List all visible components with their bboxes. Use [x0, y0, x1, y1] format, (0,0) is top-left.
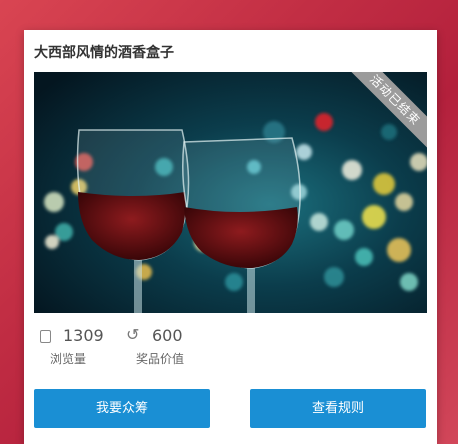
- prize-value: 600: [152, 325, 183, 345]
- reply-arrow-icon: ↺: [126, 325, 140, 344]
- wine-photo: [34, 72, 427, 313]
- card-title: 大西部风情的酒香盒子: [34, 45, 174, 61]
- prize-label: 奖品价值: [136, 352, 185, 366]
- views-value: 1309: [63, 325, 104, 345]
- views-label: 浏览量: [50, 352, 87, 366]
- campaign-card: 大西部风情的酒香盒子 活动已结束 1309 浏览量 ↺ 600 奖品价值 我要众…: [24, 30, 437, 444]
- views-stat: 1309 浏览量: [40, 325, 104, 369]
- view-rules-button[interactable]: 查看规则: [250, 389, 426, 428]
- crowdfund-button[interactable]: 我要众筹: [34, 389, 210, 428]
- campaign-image[interactable]: 活动已结束: [34, 72, 427, 313]
- document-icon: [40, 329, 51, 343]
- prize-stat: ↺ 600 奖品价值: [126, 325, 184, 369]
